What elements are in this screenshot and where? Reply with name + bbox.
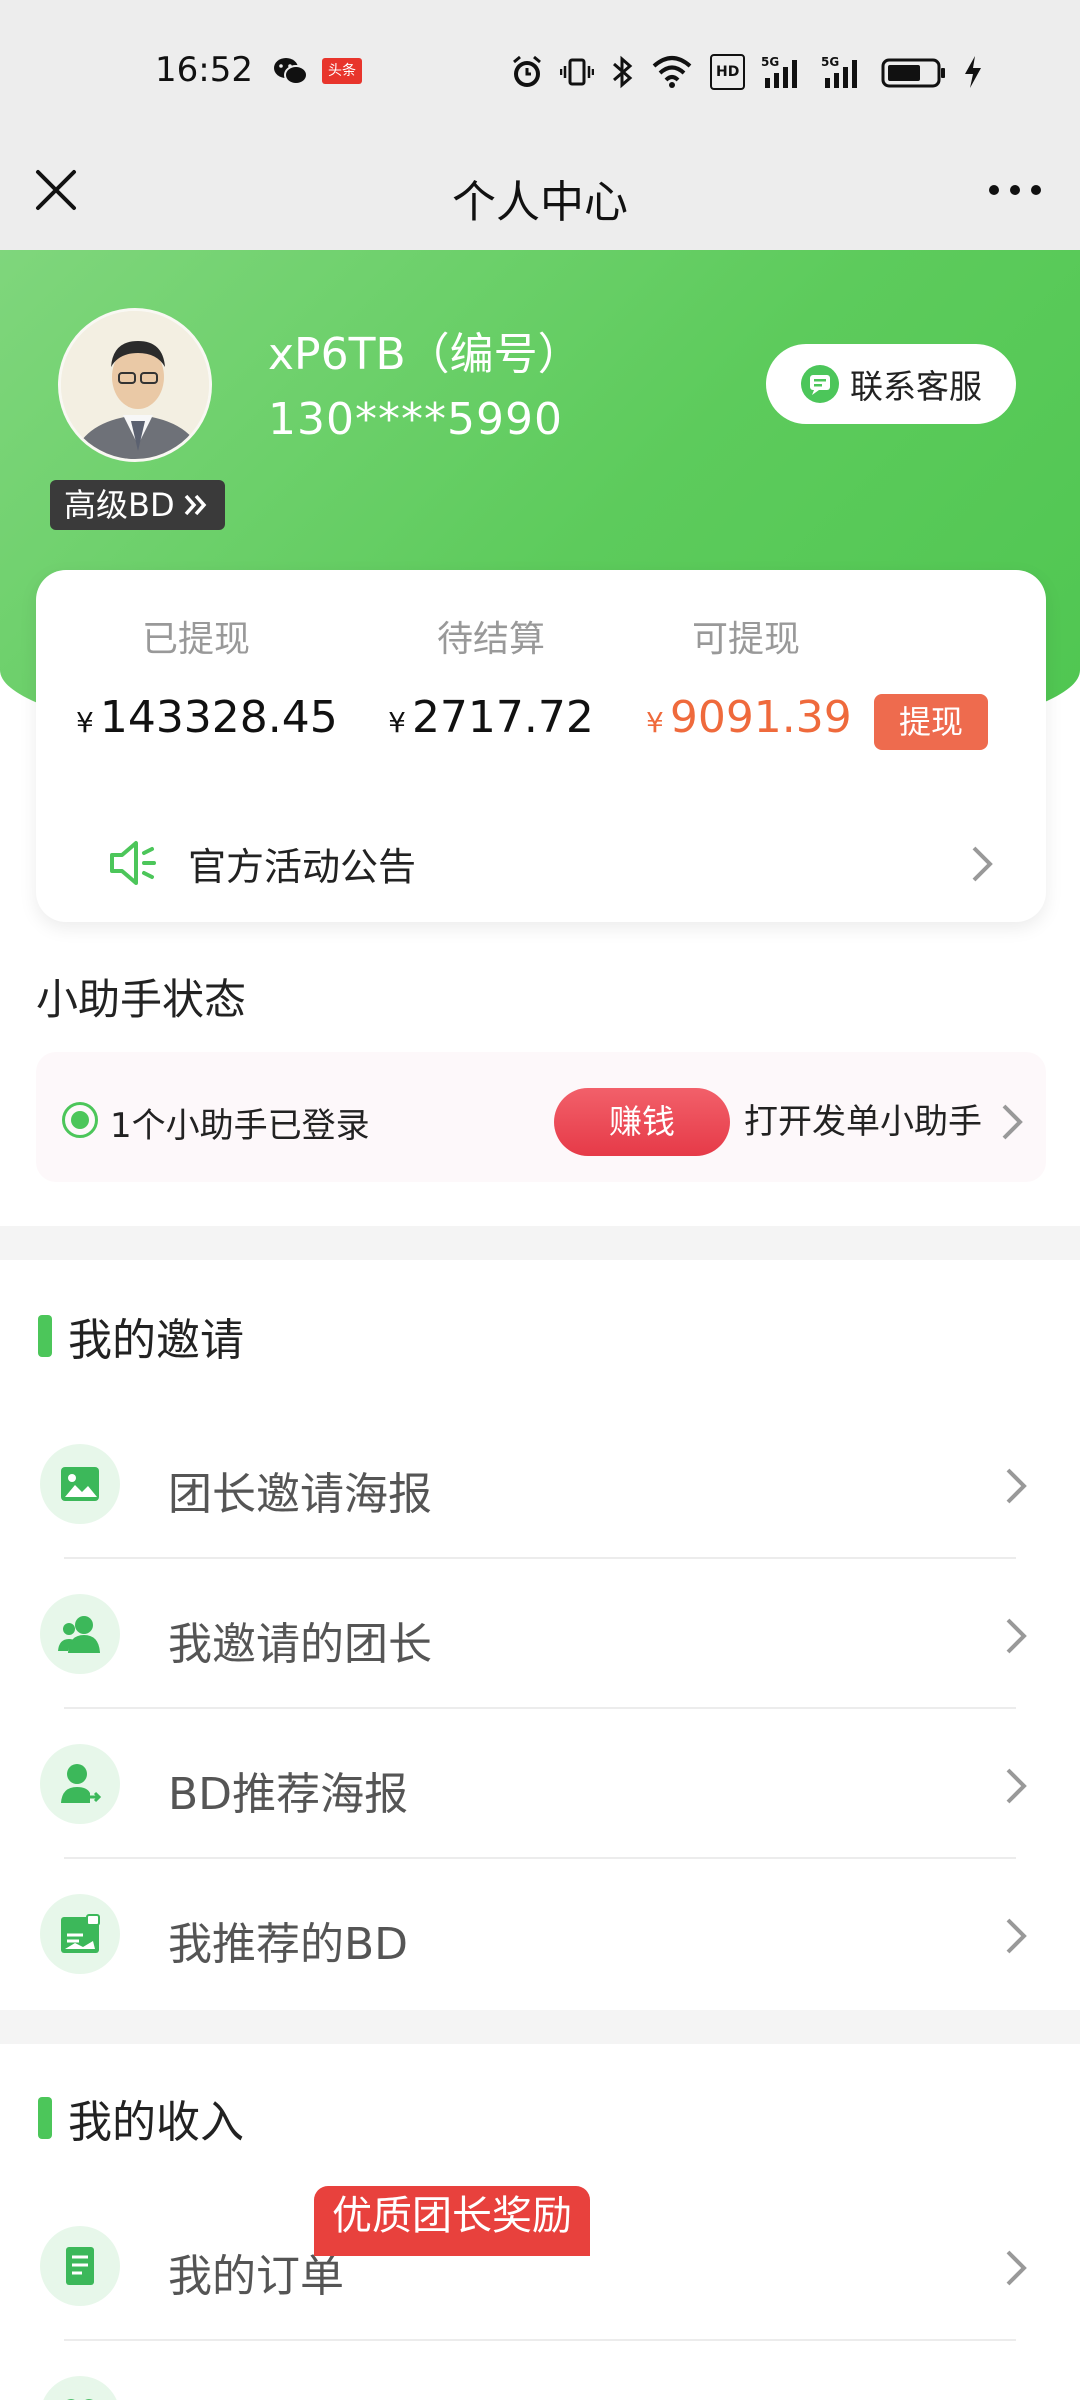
menu-item-invited-leaders[interactable]: 我邀请的团长 bbox=[0, 1558, 1080, 1709]
status-time: 16:52 bbox=[155, 50, 253, 90]
wifi-icon bbox=[652, 56, 692, 88]
withdrawn-label: 已提现 bbox=[141, 619, 250, 660]
available-label: 可提现 bbox=[691, 619, 800, 660]
level-badge[interactable]: 高级BD bbox=[50, 480, 225, 530]
status-bar: 16:52 头条 HD 5G 5G bbox=[0, 0, 1080, 140]
svg-text:5G: 5G bbox=[821, 55, 839, 69]
avatar[interactable] bbox=[58, 308, 212, 462]
wallet-card: 已提现 ¥143328.45 待结算 ¥2717.72 可提现 ¥9091.39… bbox=[36, 570, 1046, 922]
nav-header: 个人中心 bbox=[0, 140, 1080, 250]
chevron-right-icon bbox=[1006, 1618, 1027, 1654]
image-icon bbox=[40, 1444, 120, 1524]
pending-label: 待结算 bbox=[436, 619, 545, 660]
menu-item-label: BD推荐海报 bbox=[168, 1769, 409, 1820]
image-badge-icon bbox=[40, 1894, 120, 1974]
chevron-right-icon bbox=[1006, 1918, 1027, 1954]
menu-item-label: 我推荐的BD bbox=[168, 1919, 409, 1970]
income-section-header: 我的收入 bbox=[38, 2088, 244, 2148]
chevron-right-icon bbox=[1006, 1768, 1027, 1804]
avatar-portrait bbox=[61, 311, 209, 459]
heart-icon bbox=[40, 2376, 120, 2400]
signal-5g-icon: 5G bbox=[761, 55, 798, 88]
menu-item-leader-poster[interactable]: 团长邀请海报 bbox=[0, 1408, 1080, 1559]
menu-item-leader-reward[interactable] bbox=[0, 2340, 1080, 2400]
online-status-icon bbox=[62, 1102, 98, 1138]
pending-value: ¥2717.72 bbox=[388, 692, 594, 743]
toutiao-icon: 头条 bbox=[322, 58, 362, 84]
more-icon[interactable] bbox=[980, 162, 1050, 218]
available-column: 可提现 ¥9091.39 bbox=[646, 610, 852, 743]
announcement-row[interactable]: 官方活动公告 bbox=[106, 828, 1026, 898]
page-title: 个人中心 bbox=[452, 177, 628, 228]
bluetooth-icon bbox=[613, 55, 633, 89]
users-icon bbox=[40, 1594, 120, 1674]
charging-icon bbox=[965, 56, 982, 88]
user-share-icon bbox=[40, 1744, 120, 1824]
wechat-icon bbox=[274, 58, 308, 85]
contact-service-label: 联系客服 bbox=[850, 367, 982, 406]
svg-text:5G: 5G bbox=[761, 55, 779, 69]
vibrate-icon bbox=[560, 58, 594, 86]
status-icons: HD 5G 5G bbox=[510, 50, 983, 94]
menu-item-bd-poster[interactable]: BD推荐海报 bbox=[0, 1708, 1080, 1859]
signal-5g-icon: 5G bbox=[821, 55, 858, 88]
invite-section-title: 我的邀请 bbox=[68, 1315, 244, 1366]
section-accent-bar bbox=[38, 2097, 52, 2139]
speaker-icon bbox=[110, 841, 156, 885]
withdrawn-column: 已提现 ¥143328.45 bbox=[76, 610, 338, 743]
section-accent-bar bbox=[38, 1315, 52, 1357]
income-section-title: 我的收入 bbox=[68, 2097, 244, 2148]
battery-icon bbox=[881, 58, 946, 88]
chevron-right-icon bbox=[972, 846, 993, 882]
assistant-status-text: 1个小助手已登录 bbox=[110, 1106, 370, 1146]
chevron-right-icon bbox=[1002, 1104, 1023, 1140]
promo-tag: 优质团长奖励 bbox=[314, 2186, 590, 2256]
assistant-status-row[interactable]: 1个小助手已登录 赚钱 打开发单小助手 bbox=[36, 1052, 1046, 1182]
double-chevron-right-icon bbox=[184, 494, 206, 516]
document-icon bbox=[40, 2226, 120, 2306]
chat-icon bbox=[801, 365, 839, 403]
chevron-right-icon bbox=[1006, 2250, 1027, 2286]
alarm-icon bbox=[513, 55, 541, 87]
menu-item-label: 我邀请的团长 bbox=[168, 1619, 432, 1670]
hd-icon: HD bbox=[710, 54, 746, 90]
invite-section-header: 我的邀请 bbox=[38, 1306, 244, 1366]
withdraw-button[interactable]: 提现 bbox=[874, 694, 988, 750]
earn-button[interactable]: 赚钱 bbox=[554, 1088, 730, 1156]
chevron-right-icon bbox=[1006, 1468, 1027, 1504]
contact-service-button[interactable]: 联系客服 bbox=[766, 344, 1016, 424]
menu-item-recommended-bd[interactable]: 我推荐的BD bbox=[0, 1858, 1080, 2008]
section-divider bbox=[0, 1226, 1080, 1260]
level-label: 高级BD bbox=[64, 486, 175, 524]
menu-item-label: 团长邀请海报 bbox=[168, 1469, 432, 1520]
user-phone: 130****5990 bbox=[268, 394, 563, 445]
open-assistant-link[interactable]: 打开发单小助手 bbox=[744, 1094, 982, 1143]
user-name: xP6TB（编号） bbox=[268, 329, 582, 380]
available-value: ¥9091.39 bbox=[646, 692, 852, 743]
announcement-label: 官方活动公告 bbox=[188, 844, 417, 889]
section-divider bbox=[0, 2010, 1080, 2044]
assistant-section-title: 小助手状态 bbox=[36, 975, 247, 1024]
withdrawn-value: ¥143328.45 bbox=[76, 692, 338, 743]
pending-column: 待结算 ¥2717.72 bbox=[376, 610, 606, 743]
